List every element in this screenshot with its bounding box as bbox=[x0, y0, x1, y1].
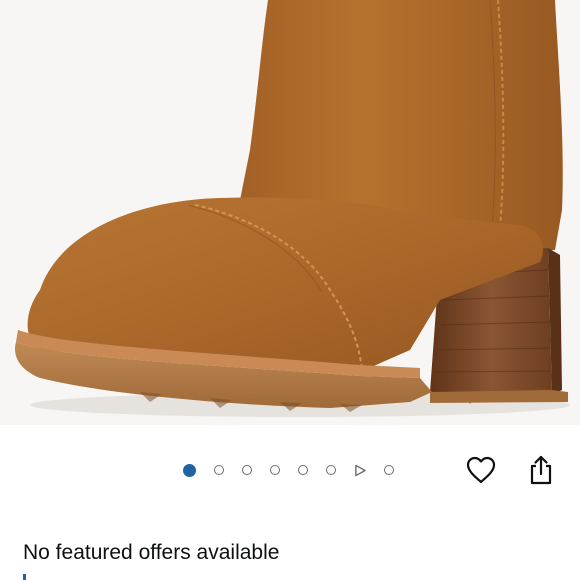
favorite-button[interactable] bbox=[464, 455, 498, 489]
share-button[interactable] bbox=[524, 455, 558, 489]
no-offers-message: No featured offers available bbox=[23, 541, 280, 564]
image-gallery-pager bbox=[183, 461, 412, 479]
offers-link-partial[interactable] bbox=[23, 574, 26, 580]
gallery-dot-4[interactable] bbox=[270, 465, 280, 475]
product-image[interactable] bbox=[0, 0, 580, 425]
gallery-dot-3[interactable] bbox=[242, 465, 252, 475]
gallery-dot-1-active[interactable] bbox=[183, 463, 196, 477]
gallery-dot-8[interactable] bbox=[384, 465, 394, 475]
gallery-dot-2[interactable] bbox=[214, 465, 224, 475]
product-page: No featured offers available bbox=[0, 0, 580, 580]
gallery-video-play-icon[interactable] bbox=[354, 464, 366, 476]
share-icon bbox=[528, 455, 554, 490]
boot-illustration bbox=[0, 0, 580, 425]
gallery-dot-5[interactable] bbox=[298, 465, 308, 475]
gallery-dot-6[interactable] bbox=[326, 465, 336, 475]
heart-icon bbox=[466, 456, 496, 489]
